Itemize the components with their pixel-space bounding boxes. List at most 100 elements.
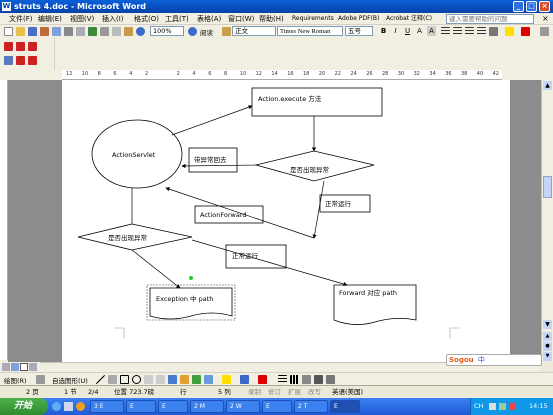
- help-search-input[interactable]: 键入需要帮助的问题: [446, 14, 534, 24]
- print-view-icon[interactable]: [20, 363, 28, 371]
- prev-page-icon[interactable]: ▲: [543, 332, 552, 341]
- menu-insert[interactable]: 插入(I): [102, 13, 124, 25]
- paste-icon[interactable]: [124, 27, 133, 36]
- copy-icon[interactable]: [112, 27, 121, 36]
- document-close-button[interactable]: ×: [542, 13, 549, 25]
- new-document-icon[interactable]: [4, 27, 13, 36]
- save-icon[interactable]: [28, 27, 37, 36]
- select-browse-object-icon[interactable]: ●: [543, 342, 552, 351]
- align-right-icon[interactable]: [465, 27, 474, 36]
- dash-style-icon[interactable]: [290, 375, 299, 384]
- scroll-thumb[interactable]: [543, 176, 552, 198]
- rotate-handle[interactable]: [189, 276, 193, 280]
- select-objects-icon[interactable]: [36, 375, 45, 384]
- print-preview-icon[interactable]: [76, 27, 85, 36]
- shadow-style-icon[interactable]: [314, 375, 323, 384]
- menu-window[interactable]: 窗口(W): [228, 13, 254, 25]
- vertical-textbox-icon[interactable]: [156, 375, 165, 384]
- status-extend[interactable]: 扩展: [288, 386, 301, 398]
- tray-volume-icon[interactable]: [489, 403, 496, 410]
- horizontal-ruler[interactable]: 12 10 8 6 4 2 2 4 6 8 10 12 14 16 18 20 22 24 26 28 30 32 34 36…: [62, 70, 502, 80]
- status-overtype[interactable]: 改写: [308, 386, 321, 398]
- next-page-icon[interactable]: ▼: [543, 352, 552, 361]
- vertical-ruler[interactable]: [0, 80, 8, 360]
- menu-format[interactable]: 格式(O): [134, 13, 159, 25]
- exception-path-document[interactable]: [149, 287, 233, 320]
- pdf-review-icon[interactable]: [28, 42, 37, 51]
- taskbar-item-4[interactable]: 2 M: [190, 400, 224, 413]
- start-button[interactable]: 开始: [0, 398, 48, 415]
- 3d-style-icon[interactable]: [326, 375, 335, 384]
- italic-button[interactable]: I: [391, 26, 400, 36]
- font-select[interactable]: Times New Roman: [277, 26, 343, 36]
- word-app-icon[interactable]: W: [2, 2, 11, 11]
- wordart-icon[interactable]: [168, 375, 177, 384]
- char-border-button[interactable]: A: [415, 26, 424, 36]
- cut-icon[interactable]: [100, 27, 109, 36]
- textbox-icon[interactable]: [144, 375, 153, 384]
- close-button[interactable]: ×: [539, 1, 550, 12]
- clipart-icon[interactable]: [192, 375, 201, 384]
- style-pane-icon[interactable]: [222, 27, 231, 36]
- line-color-icon[interactable]: [240, 375, 249, 384]
- menu-file[interactable]: 文件(F): [9, 13, 33, 25]
- taskbar-item-5[interactable]: 2 W: [226, 400, 260, 413]
- align-center-icon[interactable]: [453, 27, 462, 36]
- line-spacing-icon[interactable]: [489, 27, 498, 36]
- taskbar-item-2[interactable]: E: [126, 400, 156, 413]
- toolbar-options-icon[interactable]: [540, 27, 549, 36]
- maximize-button[interactable]: □: [526, 1, 537, 12]
- vertical-scrollbar[interactable]: ▲ ▼ ▲ ● ▼: [541, 80, 553, 362]
- bold-button[interactable]: B: [379, 26, 388, 36]
- zoom-select[interactable]: 100%: [150, 26, 184, 36]
- taskbar-item-8[interactable]: E: [330, 400, 360, 413]
- rectangle-icon[interactable]: [120, 375, 129, 384]
- outline-view-icon[interactable]: [29, 363, 37, 371]
- taskbar-item-6[interactable]: E: [262, 400, 292, 413]
- line-style-icon[interactable]: [278, 375, 287, 384]
- ime-mode[interactable]: 中: [478, 356, 485, 364]
- menu-tools[interactable]: 工具(T): [165, 13, 189, 25]
- pdf-email-icon[interactable]: [16, 42, 25, 51]
- char-shading-button[interactable]: A: [427, 26, 436, 36]
- menu-requirements[interactable]: Requirements: [292, 13, 334, 25]
- menu-view[interactable]: 视图(V): [70, 13, 94, 25]
- comment-delete-icon[interactable]: [28, 56, 37, 65]
- autoshapes-menu[interactable]: 自选图形(U): [52, 375, 88, 385]
- menu-acrobat-comments[interactable]: Acrobat 注释(C): [386, 13, 432, 25]
- tray-language[interactable]: CH: [474, 398, 483, 415]
- comment-icon[interactable]: [4, 56, 13, 65]
- tray-clock[interactable]: 14:15: [529, 398, 548, 415]
- menu-adobe-pdf[interactable]: Adobe PDF(B): [338, 13, 379, 25]
- menu-help[interactable]: 帮助(H): [259, 13, 284, 25]
- taskbar-item-7[interactable]: 2 T: [294, 400, 328, 413]
- picture-icon[interactable]: [204, 375, 213, 384]
- help-icon[interactable]: [188, 27, 197, 36]
- line-icon[interactable]: [96, 375, 105, 384]
- print-icon[interactable]: [64, 27, 73, 36]
- underline-button[interactable]: U: [403, 26, 412, 36]
- tray-network-icon[interactable]: [499, 403, 506, 410]
- align-left-icon[interactable]: [441, 27, 450, 36]
- scroll-up-arrow-icon[interactable]: ▲: [543, 81, 552, 90]
- quick-launch-desktop-icon[interactable]: [64, 402, 73, 411]
- font-color-icon[interactable]: [521, 27, 530, 36]
- oval-icon[interactable]: [132, 375, 141, 384]
- style-select[interactable]: 正文: [232, 26, 276, 36]
- fill-color-icon[interactable]: [222, 375, 231, 384]
- document-page[interactable]: Action.execute 方法 ActionServlet 带异常回去 是否…: [62, 80, 510, 362]
- status-track[interactable]: 修订: [268, 386, 281, 398]
- highlight-icon[interactable]: [505, 27, 514, 36]
- quick-launch-media-icon[interactable]: [76, 402, 85, 411]
- taskbar-item-1[interactable]: 3 E: [90, 400, 124, 413]
- scroll-down-arrow-icon[interactable]: ▼: [543, 320, 552, 329]
- diagram-icon[interactable]: [180, 375, 189, 384]
- open-folder-icon[interactable]: [16, 27, 25, 36]
- sogou-ime-bar[interactable]: Sogou 中: [446, 354, 542, 366]
- taskbar-item-3[interactable]: E: [158, 400, 188, 413]
- spelling-icon[interactable]: [88, 27, 97, 36]
- tray-security-icon[interactable]: [509, 403, 516, 410]
- web-view-icon[interactable]: [11, 363, 19, 371]
- read-mode-button[interactable]: 阅读: [200, 27, 213, 37]
- justify-icon[interactable]: [477, 27, 486, 36]
